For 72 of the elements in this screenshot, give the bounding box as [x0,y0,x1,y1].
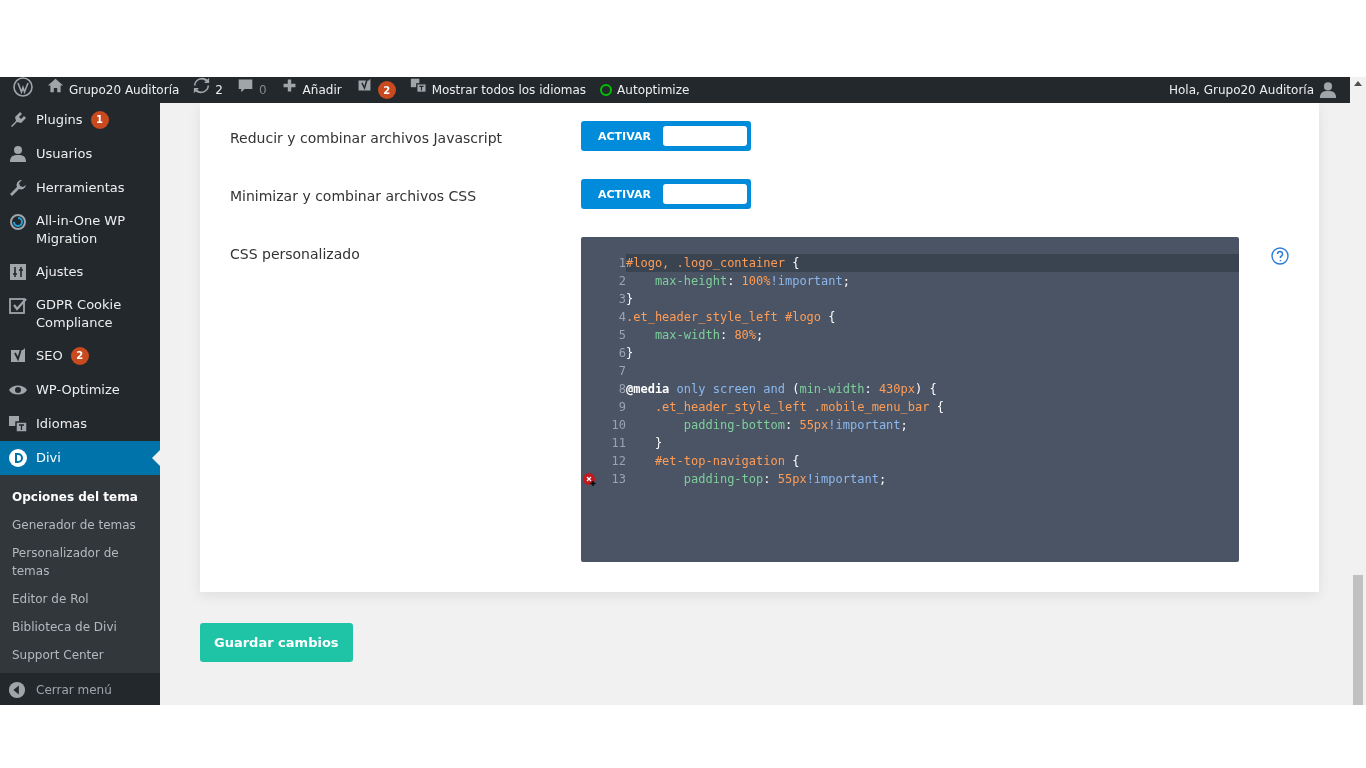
line-number: 7 [617,363,626,380]
translate-icon [8,414,28,434]
menu-item[interactable]: Herramientas [0,171,160,205]
toggle-switch[interactable]: ACTIVAR [581,179,751,209]
submenu-item[interactable]: Personalizador de temas [0,539,160,585]
line-number: 2 [617,273,626,290]
code-line: .et_header_style_left .mobile_menu_bar { [653,399,945,416]
menu-item[interactable]: Plugins 1 [0,103,160,137]
scroll-up-icon[interactable] [1354,81,1362,86]
count-badge: 2 [70,347,89,365]
setting-label: CSS personalizado [230,245,361,262]
user-icon [8,144,28,164]
toolbar-link[interactable]: Mostrar todos los idiomas [431,83,587,97]
line-number: 13 [610,471,626,488]
menu-item[interactable]: WP-Optimize [0,373,160,407]
menu-item[interactable]: All-in-One WP Migration [0,205,160,255]
code-line: padding-bottom: 55px!important; [682,417,909,434]
line-number: 1 [617,255,626,272]
migration-icon [8,212,28,232]
home-icon [47,77,64,94]
code-line: } [653,435,664,452]
checkbox-icon [8,296,28,316]
sliders-icon [8,262,28,282]
account-link[interactable]: Hola, Grupo20 Auditoría [1169,83,1314,97]
submenu-item[interactable]: Support Center [0,641,160,669]
line-number: 9 [617,399,626,416]
menu-item[interactable]: Ajustes [0,255,160,289]
line-number: 8 [617,381,626,398]
divi-logo-icon [8,448,28,468]
line-number: 5 [617,327,626,344]
code-editor[interactable] [581,237,1239,562]
menu-item[interactable]: Divi [0,441,160,475]
code-line: padding-top: 55px!important; [682,471,888,488]
line-number: 11 [610,435,626,452]
menu-item[interactable]: SEO 2 [0,339,160,373]
toolbar-link[interactable]: Autoptimize [617,83,690,97]
toolbar-link[interactable]: 2 [215,83,223,97]
scrollbar-thumb[interactable] [1353,575,1363,705]
line-number: 12 [610,453,626,470]
setting-label: Reducir y combinar archivos Javascript [230,129,503,146]
refresh-icon [193,77,211,94]
collapse-menu-button[interactable]: Cerrar menú [0,673,160,705]
avatar-icon [1319,81,1337,99]
toolbar-link[interactable]: Añadir [302,83,342,97]
code-line: } [626,291,635,308]
menu-item[interactable]: Usuarios [0,137,160,171]
menu-item[interactable]: Idiomas [0,407,160,441]
submenu-item[interactable]: Opciones del tema [0,483,160,511]
line-number: 6 [617,345,626,362]
code-line: #et-top-navigation { [653,453,801,470]
toolbar-link[interactable]: Grupo20 Auditoría [69,83,180,97]
submenu-item[interactable]: Biblioteca de Divi [0,613,160,641]
count-badge: 1 [90,111,109,129]
submenu-item[interactable]: Generador de temas [0,511,160,539]
setting-label: Minimizar y combinar archivos CSS [230,187,478,204]
code-line: max-height: 100%!important; [653,273,851,290]
help-icon [1271,247,1289,265]
menu-item[interactable]: GDPR Cookie Compliance [0,289,160,339]
comment-icon [236,77,254,94]
code-line: .et_header_style_left #logo { [626,309,837,326]
code-line: max-width: 80%; [653,327,765,344]
wrench-icon [8,178,28,198]
submenu-item[interactable]: Editor de Rol [0,585,160,613]
count-badge: 2 [377,81,396,99]
line-number: 4 [617,309,626,326]
code-line: @media only screen and (min-width: 430px) { [626,381,938,398]
line-number: 10 [610,417,626,434]
line-number: 3 [617,291,626,308]
collapse-icon [8,681,26,699]
toggle-switch[interactable]: ACTIVAR [581,121,751,151]
wordpress-logo-icon [13,77,33,97]
code-line: } [626,345,635,362]
